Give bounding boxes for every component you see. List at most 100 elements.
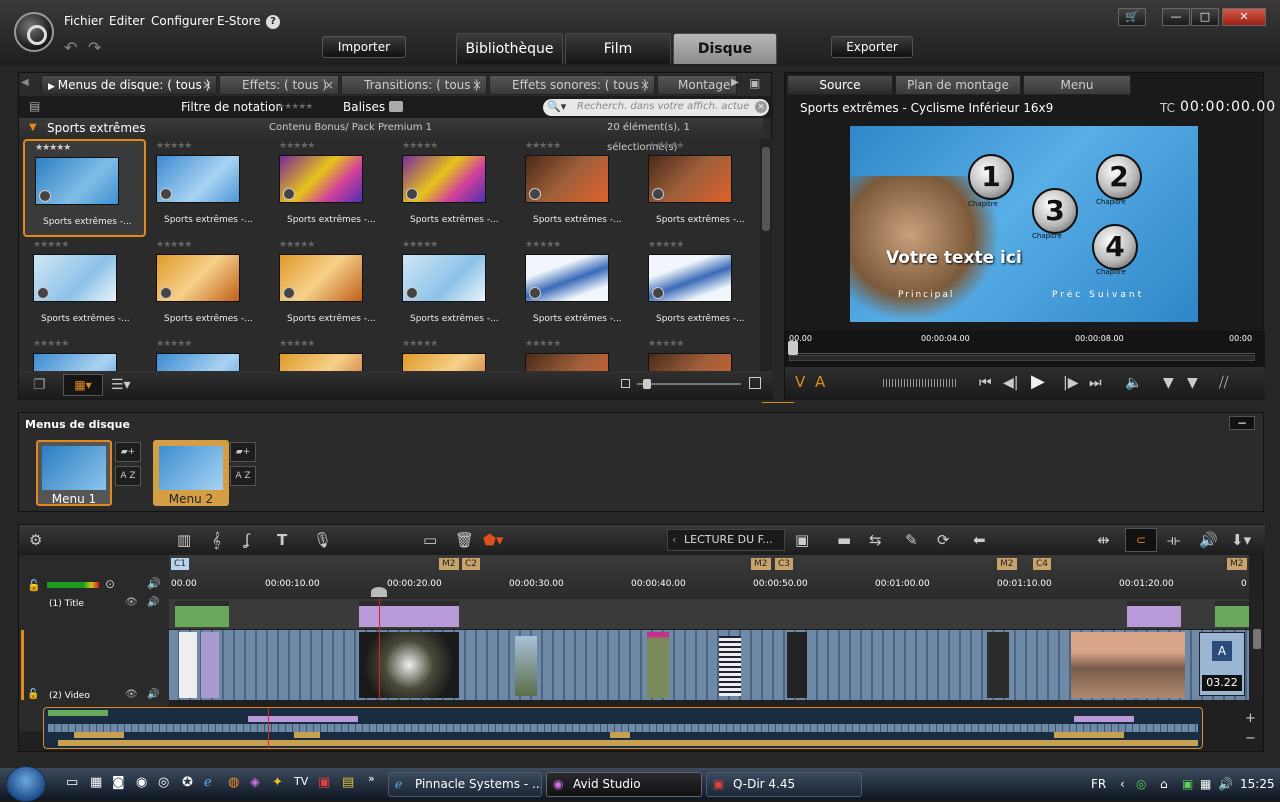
video-clip-thumbnail[interactable] — [1071, 632, 1185, 698]
effect-icon[interactable]: ✎ — [905, 531, 918, 549]
rating-stars-icon[interactable]: ★★★★★ — [525, 339, 561, 349]
snap-icon[interactable]: ⇹ — [1097, 531, 1110, 549]
menu-link-icon[interactable]: ▰+ — [230, 442, 256, 462]
lock-icon[interactable]: 🔓 — [27, 579, 41, 592]
tab-effets[interactable]: Effets: ( tous ) × — [219, 75, 339, 95]
trim-icon[interactable]: ⟛ — [1167, 531, 1181, 549]
volume-icon[interactable]: 🔈 — [1125, 375, 1142, 391]
playhead-handle[interactable] — [371, 587, 387, 597]
rating-stars-icon[interactable]: ★★★★★ — [525, 240, 561, 250]
large-size-icon[interactable] — [749, 377, 761, 389]
storyboard-icon[interactable]: ▣ — [795, 531, 809, 549]
rating-stars-icon[interactable]: ★★★★★ — [33, 240, 69, 250]
close-icon[interactable]: × — [202, 76, 212, 94]
preview-ruler[interactable]: 00.00 00:00:04.00 00:00:08.00 00:00 — [785, 331, 1265, 367]
play-preview-icon[interactable] — [529, 287, 541, 299]
library-scrollbar[interactable] — [760, 139, 772, 371]
rating-stars-icon[interactable]: ★★★★★ — [525, 141, 561, 151]
menu-marker[interactable]: M2 — [1227, 558, 1247, 570]
task-qdir[interactable]: ▣ Q-Dir 4.45 — [706, 772, 862, 797]
group-header[interactable]: ▼ Sports extrêmes Contenu Bonus/ Pack Pr… — [19, 118, 763, 153]
scrollbar-thumb[interactable] — [1253, 629, 1261, 649]
firefox-icon[interactable]: ◍ — [228, 775, 239, 790]
speaker-icon[interactable]: 🔊 — [147, 689, 159, 700]
chapter-3-button[interactable]: 3 — [1032, 188, 1078, 234]
more-icon[interactable]: » — [368, 772, 375, 785]
play-preview-icon[interactable] — [160, 188, 172, 200]
maximize-button[interactable]: □ — [1191, 8, 1219, 26]
play-icon[interactable]: ▶ — [1031, 371, 1045, 392]
mark-out-icon[interactable]: ▼ — [1187, 375, 1198, 391]
explorer-icon[interactable]: ▦ — [90, 775, 102, 790]
rating-stars-icon[interactable]: ★★★★★ — [402, 240, 438, 250]
library-item[interactable]: ★★★★★ — [23, 337, 146, 371]
go-to-end-icon[interactable]: ⏭ — [1089, 375, 1102, 391]
title-track[interactable] — [169, 599, 1249, 629]
razor-icon[interactable]: ▭ — [423, 531, 437, 549]
play-preview-icon[interactable] — [406, 287, 418, 299]
menu-editer[interactable]: Editer — [109, 14, 145, 28]
marker-icon[interactable]: ⬟▾ — [483, 531, 504, 549]
title-clip[interactable] — [359, 601, 459, 627]
rating-stars-icon[interactable]: ★★★★★ — [33, 339, 69, 349]
video-clip[interactable] — [987, 632, 1009, 698]
playhead-handle[interactable] — [788, 341, 798, 355]
menu-configurer[interactable]: Configurer — [151, 14, 214, 28]
rating-stars-icon[interactable]: ★★★★★ — [279, 240, 315, 250]
tab-scroll-right-icon[interactable]: ▶ — [731, 77, 739, 88]
library-item[interactable]: ★★★★★ Sports extrêmes -... — [269, 139, 392, 237]
audio-scrub-icon[interactable]: 🔊 — [1199, 531, 1218, 549]
minimize-button[interactable]: — — [1162, 8, 1190, 26]
title-clip[interactable] — [175, 601, 229, 627]
network-icon[interactable]: ▦ — [1200, 777, 1211, 791]
title-icon[interactable]: T — [277, 531, 287, 549]
title-clip[interactable] — [1127, 601, 1181, 627]
eye-icon[interactable]: 👁 — [125, 597, 138, 608]
import-button[interactable]: Importer — [322, 36, 406, 58]
tab-bibliotheque[interactable]: Bibliothèque — [456, 33, 563, 64]
chapter-4-button[interactable]: 4 — [1092, 224, 1138, 270]
back-icon[interactable]: ⬅ — [973, 531, 986, 549]
play-preview-icon[interactable] — [283, 287, 295, 299]
library-item[interactable]: ★★★★★ Sports extrêmes -... — [146, 238, 269, 336]
small-size-icon[interactable] — [621, 379, 630, 388]
tab-source[interactable]: Source — [787, 75, 893, 95]
app-icon[interactable]: ▣ — [318, 775, 330, 790]
tray-icon[interactable]: ▣ — [1182, 777, 1193, 791]
volume-tray-icon[interactable]: 🔊 — [1218, 777, 1233, 791]
library-item[interactable]: ★★★★★ Sports extrêmes -... — [515, 139, 638, 237]
step-back-icon[interactable]: ◀| — [1003, 375, 1018, 391]
internet-explorer-icon[interactable]: ℯ — [204, 775, 212, 790]
menu-fichier[interactable]: Fichier — [64, 14, 103, 28]
clock[interactable]: 15:25 — [1240, 777, 1275, 791]
zoom-in-icon[interactable]: + — [1245, 711, 1256, 726]
tray-icon[interactable]: ◎ — [1136, 777, 1146, 791]
step-forward-icon[interactable]: |▶ — [1063, 375, 1078, 391]
app-icon[interactable]: ◈ — [250, 775, 260, 790]
app-icon[interactable]: ▤ — [342, 775, 354, 790]
app-icon[interactable]: ✪ — [182, 775, 193, 790]
menu-text[interactable]: Votre texte ici — [886, 248, 1022, 268]
menu-marker[interactable]: M2 — [997, 558, 1017, 570]
preview-screen[interactable]: 1 Chapitre 2 Chapitre 3 Chapitre 4 Chapi… — [850, 126, 1198, 322]
video-clip[interactable] — [179, 632, 197, 698]
lock-icon[interactable]: 🔓 — [27, 689, 39, 700]
menu-marker[interactable]: M2 — [751, 558, 771, 570]
menu-marker[interactable]: M2 — [439, 558, 459, 570]
menu-sort-az-icon[interactable]: A Z — [115, 466, 141, 486]
chapter-2-button[interactable]: 2 — [1096, 154, 1142, 200]
camera-icon[interactable]: ◙ — [112, 775, 125, 790]
eye-icon[interactable]: 👁 — [125, 689, 138, 700]
rating-filter-stars-icon[interactable]: ★★★★★ — [277, 102, 313, 112]
library-item[interactable]: ★★★★★ Sports extrêmes -... — [638, 238, 759, 336]
undo-icon[interactable]: ↶ — [64, 38, 77, 57]
settings-gear-icon[interactable]: ⚙ — [29, 531, 42, 549]
add-tab-icon[interactable]: ▣ — [749, 76, 760, 90]
rating-stars-icon[interactable]: ★★★★★ — [35, 143, 71, 153]
play-preview-icon[interactable] — [160, 287, 172, 299]
tab-menus-de-disque[interactable]: ▶ Menus de disque: ( tous ) × — [41, 75, 217, 95]
nav-prev-next-button[interactable]: Préc Suivant — [1052, 290, 1144, 300]
tv-icon[interactable]: TV — [294, 775, 308, 788]
sync-icon[interactable]: ⟳ — [937, 531, 950, 549]
menu-link-icon[interactable]: ▰+ — [115, 442, 141, 462]
